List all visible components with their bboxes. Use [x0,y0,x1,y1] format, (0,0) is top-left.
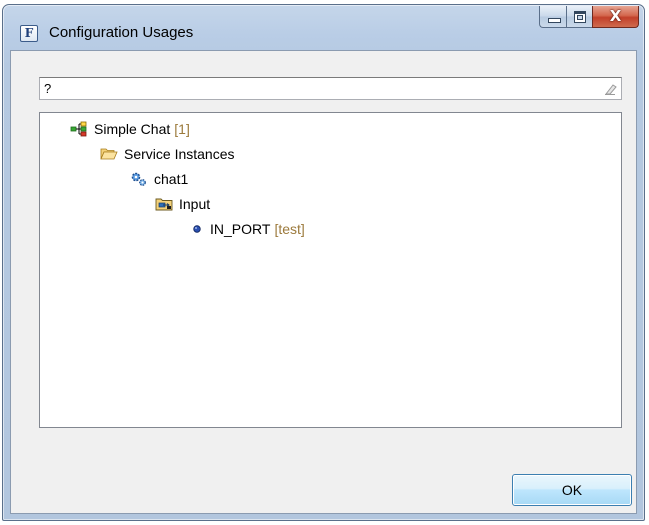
tree-node-chat1[interactable]: chat1 [130,168,188,190]
dialog-window: F Configuration Usages X ? Simple Chat [… [2,4,645,521]
usage-value: [test] [274,221,305,237]
tree-node-label: Input [179,196,211,212]
tree-node-label: IN_PORT [210,221,271,237]
ok-button[interactable]: OK [512,474,632,506]
tree-node-service-instances[interactable]: Service Instances [100,143,235,165]
port-dot-icon [190,221,204,237]
minimize-button[interactable] [539,6,566,28]
usage-tree[interactable]: Simple Chat [1] Service Instances chat1 … [39,112,622,428]
minimize-icon [548,18,561,23]
search-box [39,77,622,100]
title-bar[interactable]: F Configuration Usages X [3,5,644,51]
window-title: Configuration Usages [49,24,194,41]
search-input[interactable] [40,78,600,99]
usage-count: [1] [174,121,190,137]
close-icon: X [609,7,622,25]
maximize-button[interactable] [566,6,592,28]
input-folder-icon [155,196,173,212]
model-icon [70,121,88,137]
dialog-client-area: Simple Chat [1] Service Instances [10,50,637,514]
caption-buttons: X [539,6,639,28]
gears-icon [130,171,148,187]
tree-node-input[interactable]: Input [155,193,210,215]
tree-node-label: Service Instances [124,146,235,162]
tree-node-label: Simple Chat [94,121,171,137]
maximize-icon [574,11,586,23]
close-button[interactable]: X [592,6,639,28]
clear-search-icon[interactable] [603,81,617,95]
tree-node-label: chat1 [154,171,189,187]
tree-node-root[interactable]: Simple Chat [1] [70,118,190,140]
folder-open-icon [100,146,118,162]
app-icon: F [20,25,38,42]
tree-node-in-port[interactable]: IN_PORT [test] [190,218,305,240]
